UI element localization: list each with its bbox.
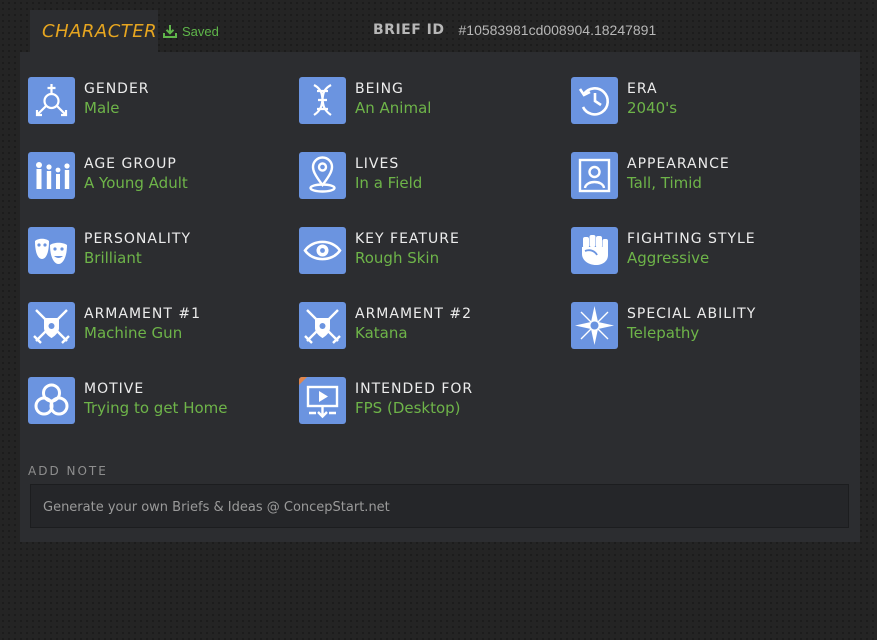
- saved-label: Saved: [182, 23, 219, 39]
- attribute-value: A Young Adult: [84, 174, 188, 192]
- note-input[interactable]: [41, 485, 835, 529]
- history-icon: [571, 77, 618, 124]
- attribute-value: Telepathy: [627, 324, 700, 342]
- attribute-label: LIVES: [355, 156, 400, 172]
- attribute-era[interactable]: ERA 2040's: [571, 77, 836, 127]
- crossed-swords-shield-icon: [299, 302, 346, 349]
- attribute-value: FPS (Desktop): [355, 399, 461, 417]
- attribute-label: APPEARANCE: [627, 156, 730, 172]
- attribute-value: Brilliant: [84, 249, 142, 267]
- attribute-gender[interactable]: GENDER Male: [28, 77, 293, 127]
- sparkle-cross-icon: [571, 302, 618, 349]
- attribute-label: MOTIVE: [84, 381, 145, 397]
- brief-id-value: #10583981cd008904.18247891: [458, 22, 657, 38]
- attribute-personality[interactable]: PERSONALITY Brilliant: [28, 227, 293, 277]
- attribute-value: Machine Gun: [84, 324, 183, 342]
- saved-indicator: Saved: [162, 22, 219, 40]
- attribute-intended-for[interactable]: INTENDED FOR FPS (Desktop): [299, 377, 564, 427]
- attribute-label: ARMAMENT #2: [355, 306, 472, 322]
- attribute-value: 2040's: [627, 99, 678, 117]
- attribute-armament-1[interactable]: ARMAMENT #1 Machine Gun: [28, 302, 293, 352]
- download-icon: [163, 25, 177, 38]
- location-pin-icon: [299, 152, 346, 199]
- attribute-label: ARMAMENT #1: [84, 306, 201, 322]
- fist-icon: [571, 227, 618, 274]
- attribute-fighting-style[interactable]: FIGHTING STYLE Aggressive: [571, 227, 836, 277]
- brief-id-label: BRIEF ID: [373, 22, 445, 38]
- attribute-label: INTENDED FOR: [355, 381, 474, 397]
- attribute-lives[interactable]: LIVES In a Field: [299, 152, 564, 202]
- tab-title: CHARACTER: [42, 21, 158, 42]
- attribute-label: GENDER: [84, 81, 150, 97]
- attribute-label: FIGHTING STYLE: [627, 231, 756, 247]
- portrait-icon: [571, 152, 618, 199]
- attribute-label: BEING: [355, 81, 404, 97]
- video-download-icon: [299, 377, 346, 424]
- note-field-container: [30, 484, 849, 529]
- family-icon: [28, 152, 75, 199]
- attribute-key-feature[interactable]: KEY FEATURE Rough Skin: [299, 227, 564, 277]
- tab-character[interactable]: CHARACTER: [30, 10, 158, 52]
- attribute-value: Rough Skin: [355, 249, 440, 267]
- header-bar: CHARACTER Saved BRIEF ID #10583981cd0089…: [0, 0, 877, 52]
- attribute-special-ability[interactable]: SPECIAL ABILITY Telepathy: [571, 302, 836, 352]
- theater-masks-icon: [28, 227, 75, 274]
- crossed-swords-shield-icon: [28, 302, 75, 349]
- rings-icon: [28, 377, 75, 424]
- dna-icon: [299, 77, 346, 124]
- attribute-label: PERSONALITY: [84, 231, 192, 247]
- attribute-value: Male: [84, 99, 120, 117]
- gender-icon: [28, 77, 75, 124]
- attribute-value: Katana: [355, 324, 408, 342]
- attribute-label: KEY FEATURE: [355, 231, 460, 247]
- attribute-label: ERA: [627, 81, 658, 97]
- eye-icon: [299, 227, 346, 274]
- attribute-value: In a Field: [355, 174, 423, 192]
- attribute-being[interactable]: BEING An Animal: [299, 77, 564, 127]
- attribute-value: Aggressive: [627, 249, 710, 267]
- attribute-armament-2[interactable]: ARMAMENT #2 Katana: [299, 302, 564, 352]
- attribute-appearance[interactable]: APPEARANCE Tall, Timid: [571, 152, 836, 202]
- attribute-label: SPECIAL ABILITY: [627, 306, 757, 322]
- attribute-label: AGE GROUP: [84, 156, 177, 172]
- attribute-motive[interactable]: MOTIVE Trying to get Home: [28, 377, 293, 427]
- attribute-value: Tall, Timid: [627, 174, 702, 192]
- brief-id: BRIEF ID #10583981cd008904.18247891: [373, 22, 656, 38]
- attribute-value: Trying to get Home: [84, 399, 228, 417]
- attribute-value: An Animal: [355, 99, 432, 117]
- add-note-label: ADD NOTE: [28, 464, 108, 478]
- attribute-age-group[interactable]: AGE GROUP A Young Adult: [28, 152, 293, 202]
- character-panel: GENDER Male BEING An Animal ERA 2040's A…: [20, 52, 860, 542]
